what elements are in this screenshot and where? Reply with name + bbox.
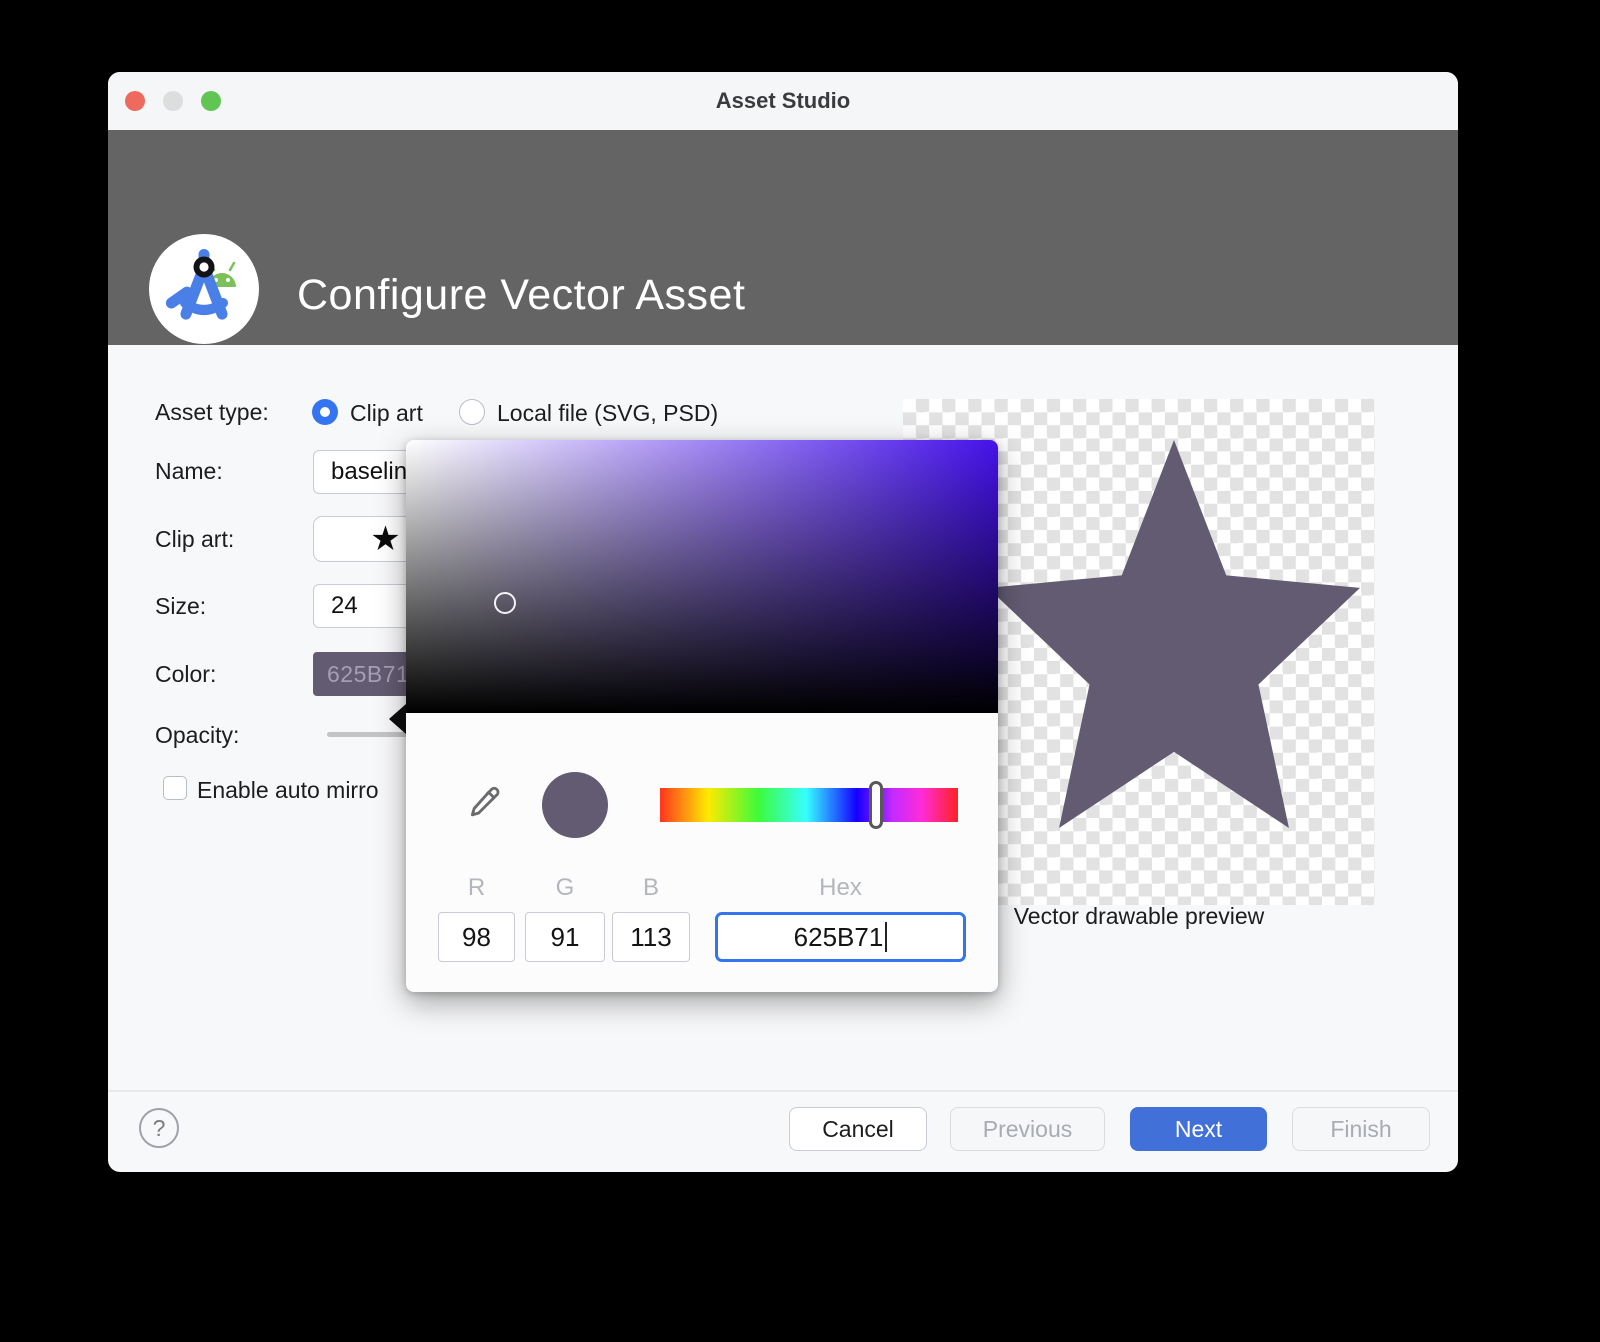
size-label: Size:: [155, 593, 206, 620]
text-cursor: [885, 922, 887, 952]
color-picker-popup: R G B Hex 98 91 113 625B71: [406, 440, 998, 992]
g-input[interactable]: 91: [525, 912, 605, 962]
r-label: R: [438, 874, 515, 902]
auto-mirror-checkbox[interactable]: [163, 776, 187, 800]
next-button[interactable]: Next: [1130, 1107, 1267, 1151]
previous-button[interactable]: Previous: [950, 1107, 1105, 1151]
window-title: Asset Studio: [108, 72, 1458, 130]
color-label: Color:: [155, 661, 216, 688]
title-bar: Asset Studio: [108, 72, 1458, 130]
eyedropper-icon[interactable]: [466, 780, 506, 824]
wizard-title: Configure Vector Asset: [297, 188, 745, 403]
asset-studio-window: Asset Studio: [108, 72, 1458, 1172]
star-icon: ★: [370, 522, 400, 556]
asset-type-label: Asset type:: [155, 399, 269, 426]
help-button[interactable]: ?: [139, 1108, 179, 1148]
clip-art-radio[interactable]: [312, 399, 338, 425]
popup-callout-arrow: [389, 704, 406, 734]
local-file-radio-label[interactable]: Local file (SVG, PSD): [497, 400, 718, 427]
color-selection-cursor[interactable]: [494, 592, 516, 614]
b-label: B: [612, 874, 690, 902]
opacity-label: Opacity:: [155, 722, 239, 749]
finish-button[interactable]: Finish: [1292, 1107, 1430, 1151]
local-file-radio[interactable]: [459, 399, 485, 425]
wizard-header: Configure Vector Asset: [108, 130, 1458, 345]
clip-art-field-label: Clip art:: [155, 526, 234, 553]
footer-divider: [108, 1090, 1458, 1092]
name-label: Name:: [155, 458, 223, 485]
current-color-swatch: [542, 772, 608, 838]
auto-mirror-label: Enable auto mirro: [197, 777, 379, 804]
screen: Asset Studio: [0, 0, 1600, 1342]
b-input[interactable]: 113: [612, 912, 690, 962]
star-preview: [988, 440, 1360, 828]
saturation-brightness-pane[interactable]: [406, 440, 998, 713]
hex-input[interactable]: 625B71: [715, 912, 966, 962]
cancel-button[interactable]: Cancel: [789, 1107, 927, 1151]
r-input[interactable]: 98: [438, 912, 515, 962]
hue-slider-handle[interactable]: [869, 781, 883, 829]
hex-label: Hex: [715, 874, 966, 902]
g-label: G: [525, 874, 605, 902]
android-studio-logo-icon: [146, 231, 262, 352]
hue-slider[interactable]: [660, 788, 958, 822]
hex-value: 625B71: [794, 922, 884, 953]
clip-art-radio-label[interactable]: Clip art: [350, 400, 423, 427]
